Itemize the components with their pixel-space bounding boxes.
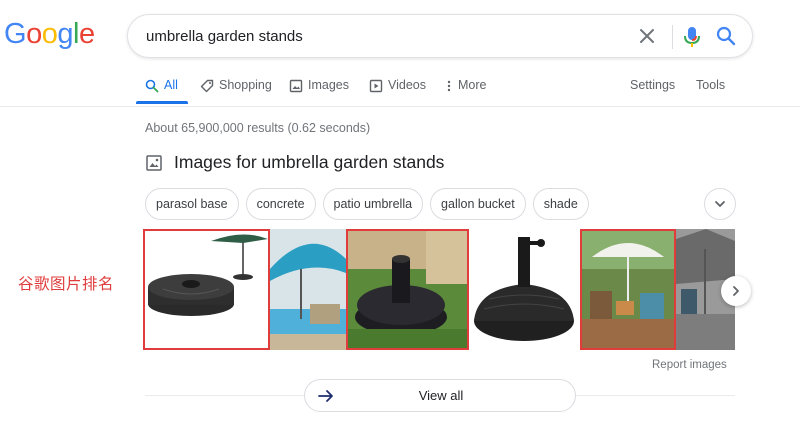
logo-letter: e — [78, 18, 95, 50]
images-section-heading: Images for umbrella garden stands — [146, 152, 444, 173]
report-images-link[interactable]: Report images — [652, 359, 727, 371]
tab-label: Videos — [388, 78, 426, 92]
view-all-label: View all — [418, 388, 464, 403]
chip[interactable]: concrete — [245, 188, 316, 220]
tab-tools[interactable]: Tools — [696, 78, 725, 106]
chip[interactable]: parasol base — [145, 188, 239, 220]
result-stats: About 65,900,000 results (0.62 seconds) — [145, 121, 371, 135]
chips-expand-button[interactable] — [704, 188, 736, 220]
search-box — [127, 14, 753, 58]
close-icon[interactable] — [637, 26, 657, 46]
logo-letter: g — [57, 18, 73, 50]
image-carousel — [143, 229, 735, 350]
image-icon — [146, 154, 162, 171]
tab-label: More — [458, 78, 487, 92]
image-thumbnail[interactable] — [346, 229, 469, 350]
chip[interactable]: gallon bucket — [430, 188, 526, 220]
image-thumbnail[interactable] — [469, 229, 580, 350]
carousel-next-button[interactable] — [721, 276, 751, 306]
tab-label: Images — [308, 78, 349, 92]
search-divider — [672, 25, 673, 49]
tab-more[interactable]: More — [445, 78, 486, 106]
tab-settings[interactable]: Settings — [630, 78, 675, 106]
logo-letter: o — [26, 18, 42, 50]
image-thumbnail[interactable] — [270, 229, 346, 350]
image-icon — [289, 79, 303, 93]
tab-label: Tools — [696, 78, 726, 92]
logo-letter: o — [41, 18, 58, 50]
more-vert-icon — [447, 80, 451, 92]
chevron-right-icon — [733, 286, 739, 296]
search-input[interactable] — [146, 15, 626, 57]
play-icon — [369, 79, 383, 93]
tab-label: Shopping — [219, 78, 272, 92]
logo-letter: G — [4, 18, 27, 50]
chip[interactable]: patio umbrella — [322, 188, 424, 220]
active-tab-indicator — [136, 101, 188, 104]
tab-shopping[interactable]: Shopping — [200, 78, 272, 106]
image-thumbnail[interactable] — [143, 229, 270, 350]
chevron-down-icon — [715, 201, 725, 207]
ranking-annotation: 谷歌图片排名 — [18, 275, 115, 293]
search-tabs: All Shopping Images Videos More Settings… — [0, 70, 800, 106]
tag-icon — [200, 79, 214, 93]
tab-label: Settings — [630, 78, 676, 92]
image-thumbnail[interactable] — [580, 229, 676, 350]
tabs-divider — [0, 106, 800, 107]
tab-label: All — [164, 78, 178, 92]
search-icon — [145, 79, 159, 93]
images-section-title[interactable]: Images for umbrella garden stands — [174, 152, 444, 173]
mic-icon[interactable] — [681, 25, 703, 49]
view-all-button[interactable]: View all — [304, 379, 576, 412]
tab-videos[interactable]: Videos — [369, 78, 426, 106]
search-icon[interactable] — [715, 25, 737, 47]
chip[interactable]: shade — [532, 188, 589, 220]
refinement-chips: parasol base concrete patio umbrella gal… — [145, 188, 596, 220]
tab-images[interactable]: Images — [289, 78, 349, 106]
google-logo[interactable]: Google — [4, 18, 95, 51]
